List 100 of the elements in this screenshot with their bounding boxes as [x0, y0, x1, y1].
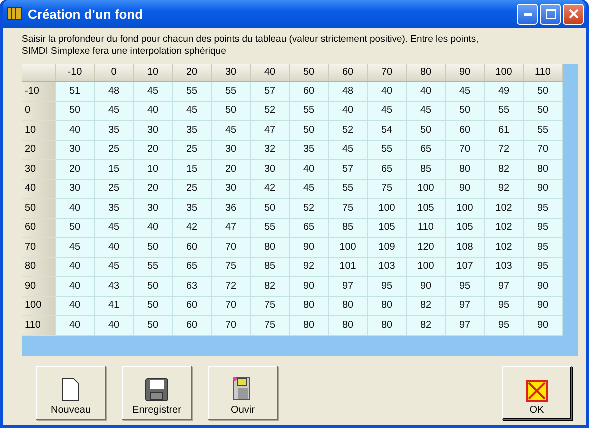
table-cell[interactable]: 40 — [94, 238, 134, 257]
table-cell[interactable]: 47 — [250, 120, 290, 140]
table-cell[interactable]: 45 — [172, 101, 212, 120]
table-cell[interactable]: 100 — [406, 257, 446, 276]
table-cell[interactable]: 25 — [94, 140, 134, 160]
table-cell[interactable]: 97 — [446, 296, 484, 316]
table-cell[interactable]: 80 — [524, 160, 562, 179]
table-cell[interactable]: 52 — [328, 120, 368, 140]
table-cell[interactable]: 105 — [446, 218, 484, 238]
table-cell[interactable]: 43 — [94, 276, 134, 296]
table-cell[interactable]: 95 — [484, 316, 524, 335]
table-cell[interactable]: 80 — [290, 296, 328, 316]
table-cell[interactable]: 103 — [368, 257, 406, 276]
table-cell[interactable]: 80 — [250, 238, 290, 257]
table-cell[interactable]: 60 — [172, 238, 212, 257]
table-cell[interactable]: 45 — [328, 140, 368, 160]
table-cell[interactable]: 80 — [328, 296, 368, 316]
table-cell[interactable]: 60 — [446, 120, 484, 140]
table-cell[interactable]: 30 — [56, 140, 94, 160]
table-cell[interactable]: 50 — [56, 101, 94, 120]
table-cell[interactable]: 75 — [328, 198, 368, 218]
table-cell[interactable]: 54 — [368, 120, 406, 140]
new-button[interactable]: Nouveau — [36, 366, 106, 420]
table-cell[interactable]: 50 — [524, 101, 562, 120]
table-cell[interactable]: 45 — [94, 218, 134, 238]
table-cell[interactable]: 45 — [406, 101, 446, 120]
table-cell[interactable]: 52 — [250, 101, 290, 120]
table-cell[interactable]: 55 — [172, 82, 212, 101]
table-cell[interactable]: 35 — [94, 198, 134, 218]
table-cell[interactable]: 90 — [524, 296, 562, 316]
table-cell[interactable]: 55 — [524, 120, 562, 140]
table-cell[interactable]: 97 — [446, 316, 484, 335]
table-cell[interactable]: 65 — [406, 140, 446, 160]
table-cell[interactable]: 60 — [172, 316, 212, 335]
table-cell[interactable]: 50 — [446, 101, 484, 120]
table-cell[interactable]: 80 — [290, 316, 328, 335]
table-cell[interactable]: 30 — [250, 160, 290, 179]
table-cell[interactable]: 70 — [446, 140, 484, 160]
table-cell[interactable]: 30 — [56, 179, 94, 198]
minimize-button[interactable] — [517, 4, 538, 24]
table-cell[interactable]: 80 — [446, 160, 484, 179]
table-cell[interactable]: 90 — [446, 179, 484, 198]
table-cell[interactable]: 45 — [94, 101, 134, 120]
table-cell[interactable]: 10 — [134, 160, 172, 179]
table-cell[interactable]: 50 — [134, 296, 172, 316]
table-cell[interactable]: 20 — [134, 140, 172, 160]
table-cell[interactable]: 57 — [328, 160, 368, 179]
open-button[interactable]: Ouvir — [208, 366, 278, 420]
table-cell[interactable]: 100 — [406, 179, 446, 198]
table-cell[interactable]: 48 — [328, 82, 368, 101]
table-cell[interactable]: 45 — [446, 82, 484, 101]
table-cell[interactable]: 47 — [212, 218, 250, 238]
table-cell[interactable]: 32 — [250, 140, 290, 160]
table-cell[interactable]: 35 — [172, 120, 212, 140]
table-cell[interactable]: 50 — [134, 276, 172, 296]
table-cell[interactable]: 40 — [368, 82, 406, 101]
table-cell[interactable]: 40 — [56, 276, 94, 296]
table-cell[interactable]: 82 — [484, 160, 524, 179]
table-cell[interactable]: 70 — [212, 238, 250, 257]
table-cell[interactable]: 45 — [368, 101, 406, 120]
table-cell[interactable]: 60 — [290, 82, 328, 101]
table-cell[interactable]: 30 — [212, 140, 250, 160]
table-cell[interactable]: 50 — [406, 120, 446, 140]
table-cell[interactable]: 41 — [94, 296, 134, 316]
table-cell[interactable]: 100 — [368, 198, 406, 218]
table-cell[interactable]: 70 — [524, 140, 562, 160]
save-button[interactable]: Enregistrer — [122, 366, 192, 420]
table-cell[interactable]: 75 — [212, 257, 250, 276]
table-cell[interactable]: 110 — [406, 218, 446, 238]
table-cell[interactable]: 55 — [484, 101, 524, 120]
table-cell[interactable]: 107 — [446, 257, 484, 276]
table-cell[interactable]: 82 — [406, 296, 446, 316]
table-cell[interactable]: 40 — [56, 120, 94, 140]
table-cell[interactable]: 50 — [250, 198, 290, 218]
table-cell[interactable]: 85 — [328, 218, 368, 238]
table-cell[interactable]: 100 — [446, 198, 484, 218]
table-cell[interactable]: 36 — [212, 198, 250, 218]
table-cell[interactable]: 49 — [484, 82, 524, 101]
table-cell[interactable]: 95 — [484, 296, 524, 316]
table-cell[interactable]: 20 — [56, 160, 94, 179]
table-cell[interactable]: 35 — [172, 198, 212, 218]
table-cell[interactable]: 55 — [250, 218, 290, 238]
table-cell[interactable]: 48 — [94, 82, 134, 101]
table-cell[interactable]: 50 — [56, 218, 94, 238]
table-cell[interactable]: 45 — [56, 238, 94, 257]
table-cell[interactable]: 30 — [134, 120, 172, 140]
table-cell[interactable]: 105 — [406, 198, 446, 218]
table-cell[interactable]: 30 — [134, 198, 172, 218]
table-cell[interactable]: 50 — [212, 101, 250, 120]
table-cell[interactable]: 40 — [56, 316, 94, 335]
table-cell[interactable]: 57 — [250, 82, 290, 101]
table-cell[interactable]: 95 — [368, 276, 406, 296]
table-cell[interactable]: 40 — [290, 160, 328, 179]
table-cell[interactable]: 42 — [172, 218, 212, 238]
table-cell[interactable]: 50 — [134, 316, 172, 335]
table-cell[interactable]: 20 — [212, 160, 250, 179]
table-cell[interactable]: 80 — [328, 316, 368, 335]
table-cell[interactable]: 103 — [484, 257, 524, 276]
table-cell[interactable]: 50 — [524, 82, 562, 101]
table-cell[interactable]: 40 — [56, 198, 94, 218]
